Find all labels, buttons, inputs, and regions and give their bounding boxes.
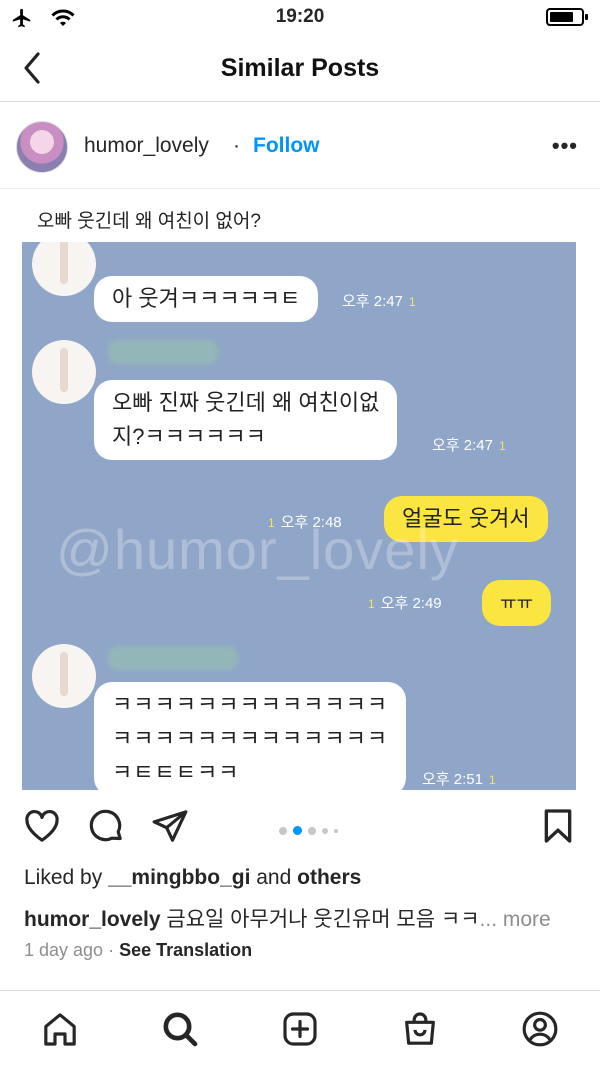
chat-time: 오후 2:47 (342, 293, 403, 310)
chat-screenshot: 아 웃겨ㅋㅋㅋㅋㅋㅌ 오후 2:47 1 오빠 진짜 웃긴데 왜 여친이없 지?ㅋ… (22, 242, 576, 790)
chat-avatar (32, 242, 96, 296)
post-header: humor_lovely · Follow ••• (0, 103, 600, 189)
carousel-dot (334, 828, 338, 833)
watermark: @humor_lovely (56, 518, 459, 581)
status-time: 19:20 (275, 6, 325, 27)
post-time-ago: 1 day ago (24, 940, 104, 960)
chat-time: 오후 2:47 (432, 437, 493, 454)
likes-user[interactable]: __mingbbo_gi (108, 866, 250, 889)
add-post-icon (283, 1012, 317, 1046)
chat-meta: 오후 2:47 1 (342, 290, 422, 311)
carousel-dot (308, 826, 316, 835)
chat-read-count: 1 (488, 773, 496, 787)
heart-icon (25, 809, 59, 842)
carousel-dot-active (293, 826, 302, 836)
separator-dot: · (233, 134, 240, 157)
post-caption: humor_lovely 금요일 아무거나 웃긴유머 모음 ㅋㅋ... more (24, 903, 551, 933)
likes-others[interactable]: others (297, 866, 361, 889)
follow-button[interactable]: Follow (253, 134, 320, 158)
likes-prefix: Liked by (24, 866, 109, 889)
chat-bubble: ㅋㅋㅋㅋㅋㅋㅋㅋㅋㅋㅋㅋㅋ ㅋㅋㅋㅋㅋㅋㅋㅋㅋㅋㅋㅋㅋ ㅋㅌㅌㅌㅋㅋ (94, 682, 407, 790)
bottom-tab-bar (0, 990, 600, 1067)
chat-bubble-mine: ㅠㅠ (482, 580, 552, 626)
carousel-dot (279, 826, 287, 835)
tab-shop[interactable] (400, 1009, 440, 1049)
status-bar: 19:20 (0, 0, 600, 34)
bookmark-icon (544, 809, 572, 843)
caption-text: 금요일 아무거나 웃긴유머 모음 ㅋㅋ (160, 908, 480, 931)
like-button[interactable] (22, 806, 62, 846)
caption-username[interactable]: humor_lovely (24, 908, 161, 931)
chat-read-count: 1 (368, 597, 375, 611)
tab-create[interactable] (280, 1009, 320, 1049)
carousel-dot (322, 827, 328, 834)
image-caption: 오빠 웃긴데 왜 여친이 없어? (37, 211, 261, 232)
see-translation-link[interactable]: See Translation (119, 940, 252, 960)
search-icon (163, 1012, 198, 1047)
chat-bubble: 아 웃겨ㅋㅋㅋㅋㅋㅌ (94, 276, 319, 322)
shop-icon (405, 1012, 435, 1045)
battery-icon (546, 8, 588, 26)
tab-home[interactable] (40, 1009, 80, 1049)
home-icon (44, 1013, 76, 1046)
likes-middle: and (250, 866, 298, 889)
blurred-name (108, 340, 218, 364)
chat-avatar (32, 644, 96, 708)
avatar[interactable] (16, 121, 68, 173)
send-icon (152, 810, 188, 842)
chat-avatar (32, 340, 96, 404)
share-button[interactable] (150, 806, 190, 846)
comment-button[interactable] (86, 806, 126, 846)
post-actions (0, 800, 600, 856)
tab-profile[interactable] (520, 1009, 560, 1049)
chat-read-count: 1 (498, 439, 506, 453)
post-timestamp-row: 1 day ago · See Translation (24, 940, 252, 961)
comment-icon (89, 809, 122, 842)
chat-time: 오후 2:51 (422, 771, 483, 788)
page-title: Similar Posts (220, 54, 380, 82)
more-options-icon[interactable]: ••• (552, 133, 578, 159)
caption-more-link[interactable]: ... more (480, 908, 551, 931)
chat-meta: 오후 2:47 1 (432, 434, 512, 455)
post-image[interactable]: 오빠 웃긴데 왜 여친이 없어? 아 웃겨ㅋㅋㅋㅋㅋㅌ 오후 2:47 1 오빠 … (0, 190, 600, 790)
chat-bubble: 오빠 진짜 웃긴데 왜 여친이없 지?ㅋㅋㅋㅋㅋㅋ (94, 380, 398, 460)
chat-meta: 오후 2:51 1 (422, 768, 502, 789)
chat-time: 오후 2:49 (380, 595, 442, 612)
profile-icon (522, 1011, 558, 1047)
blurred-name (108, 646, 238, 670)
time-separator: · (103, 940, 120, 960)
chat-read-count: 1 (408, 295, 416, 309)
carousel-indicator (279, 822, 344, 836)
tab-search[interactable] (160, 1009, 200, 1049)
likes-summary[interactable]: Liked by __mingbbo_gi and others (24, 866, 361, 890)
chat-meta: 1 오후 2:49 (362, 592, 442, 613)
save-button[interactable] (538, 806, 578, 846)
post-username[interactable]: humor_lovely (84, 134, 209, 158)
nav-bar: Similar Posts (0, 34, 600, 102)
